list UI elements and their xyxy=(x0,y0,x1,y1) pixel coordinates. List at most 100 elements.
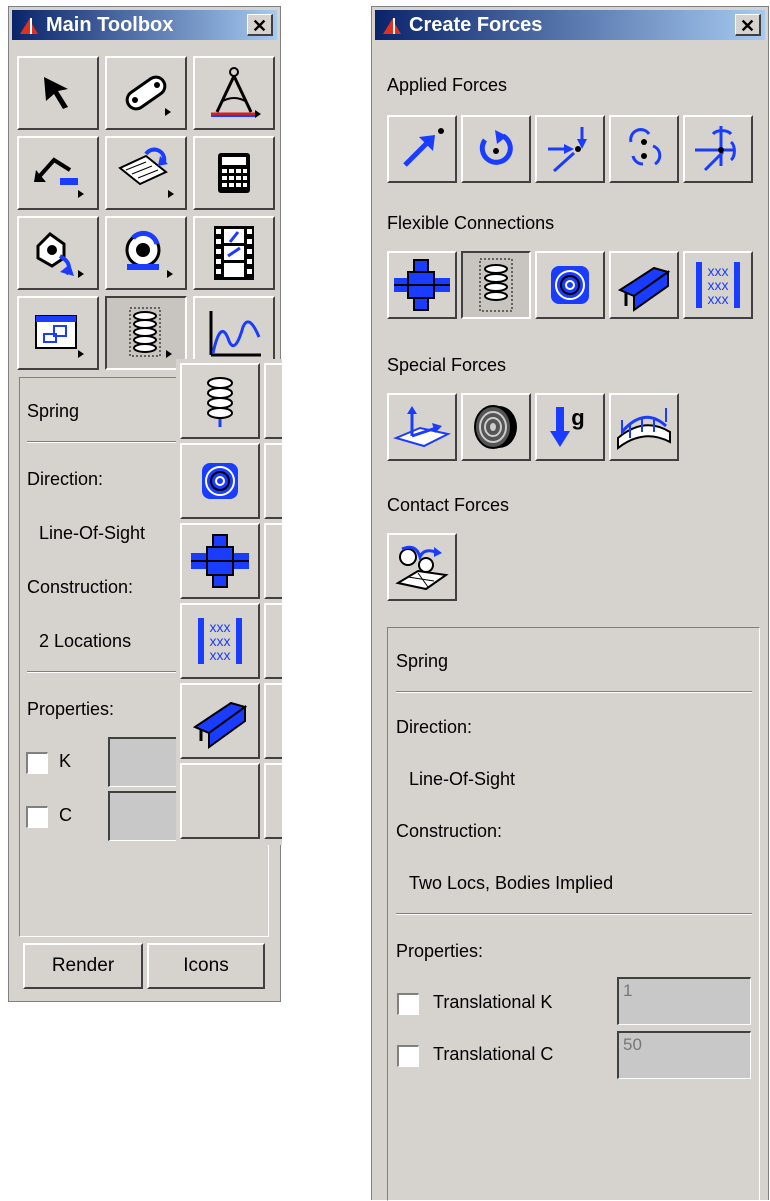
bushing-button[interactable] xyxy=(387,251,457,319)
divider xyxy=(396,691,752,693)
joint-tool-button[interactable] xyxy=(105,136,187,210)
beam-button[interactable] xyxy=(609,251,679,319)
contact-button[interactable] xyxy=(387,533,457,601)
calculator-tool-button[interactable] xyxy=(193,136,275,210)
properties-label: Properties: xyxy=(396,941,484,961)
single-torque-button[interactable] xyxy=(461,115,531,183)
spring-button[interactable] xyxy=(461,251,531,319)
c-checkbox[interactable] xyxy=(26,806,48,828)
select-arrow-icon xyxy=(44,77,68,109)
main-toolbox-title: Main Toolbox xyxy=(46,14,174,36)
flyout-button-cut[interactable] xyxy=(264,363,282,439)
create-forces-titlebar[interactable]: Create Forces ✕ xyxy=(375,10,765,40)
flyout-button-cut[interactable] xyxy=(264,683,282,759)
six-component-force-icon xyxy=(695,126,736,172)
six-component-force-button[interactable] xyxy=(683,115,753,183)
flyout-beam-button[interactable] xyxy=(180,683,260,759)
flyout-empty-button[interactable] xyxy=(180,763,260,839)
modal-force-icon xyxy=(392,406,451,448)
create-forces-title: Create Forces xyxy=(409,14,543,36)
create-forces-close-button[interactable]: ✕ xyxy=(735,14,761,36)
settings-type-label: Spring xyxy=(396,651,449,671)
field-icon: xxxxxxxxx xyxy=(198,618,242,664)
bushing-icon xyxy=(191,534,249,588)
svg-text:xxx: xxx xyxy=(708,291,729,307)
translational-c-checkbox[interactable] xyxy=(397,1045,419,1067)
main-toolbox-close-button[interactable]: ✕ xyxy=(247,14,273,36)
gravity-letter: g xyxy=(571,405,584,430)
flyout-field-button[interactable]: xxx xxx xxx xyxy=(180,603,260,679)
divider xyxy=(27,671,177,673)
tire-button[interactable] xyxy=(461,393,531,461)
measure-compass-icon xyxy=(211,67,261,118)
general-force-button[interactable] xyxy=(535,115,605,183)
k-checkbox[interactable] xyxy=(26,752,48,774)
construction-value[interactable]: 2 Locations xyxy=(39,631,131,652)
create-forces-window: Create Forces ✕ Applied Forces Flexible … xyxy=(371,6,769,1201)
forces-tool-button[interactable] xyxy=(105,296,187,370)
torsion-spring-button[interactable] xyxy=(535,251,605,319)
divider xyxy=(396,913,752,915)
select-tool-button[interactable] xyxy=(17,56,99,130)
properties-label: Properties: xyxy=(27,699,115,719)
contact-icon xyxy=(395,545,449,591)
flyout-bushing-button[interactable] xyxy=(180,523,260,599)
icons-button[interactable]: Icons xyxy=(147,943,265,989)
link-part-icon xyxy=(125,75,171,116)
flexible-body-force-button[interactable] xyxy=(609,393,679,461)
spring-icon xyxy=(207,377,233,427)
forces-flyout-palette: xxx xxx xxx xyxy=(176,359,282,845)
torsion-spring-icon xyxy=(202,463,238,499)
flyout-button-cut[interactable] xyxy=(264,523,282,599)
spring-icon xyxy=(129,307,172,358)
direction-value[interactable]: Line-Of-Sight xyxy=(39,523,145,544)
flexible-body-force-icon xyxy=(617,408,671,451)
measure-tool-button[interactable] xyxy=(193,56,275,130)
translational-c-field[interactable]: 50 xyxy=(617,1031,751,1079)
direction-label: Direction: xyxy=(396,717,473,737)
hinge-joint-icon xyxy=(118,147,174,198)
undo-tool-button[interactable] xyxy=(17,136,99,210)
svg-text:xxx: xxx xyxy=(210,647,231,663)
beam-icon xyxy=(192,701,248,749)
gravity-button[interactable]: g xyxy=(535,393,605,461)
modal-force-button[interactable] xyxy=(387,393,457,461)
flyout-torsion-spring-button[interactable] xyxy=(180,443,260,519)
flyout-button-cut[interactable] xyxy=(264,603,282,679)
view-tool-button[interactable] xyxy=(17,296,99,370)
main-toolbox-titlebar[interactable]: Main Toolbox ✕ xyxy=(12,10,277,40)
construction-label: Construction: xyxy=(396,821,503,841)
multi-torque-button[interactable] xyxy=(609,115,679,183)
field-button[interactable]: xxx xxx xxx xyxy=(683,251,753,319)
construction-value[interactable]: Two Locs, Bodies Implied xyxy=(409,873,613,894)
translational-k-checkbox[interactable] xyxy=(397,993,419,1015)
beam-icon xyxy=(617,266,671,312)
k-field[interactable] xyxy=(108,737,182,787)
part-tool-button[interactable] xyxy=(105,56,187,130)
single-force-button[interactable] xyxy=(387,115,457,183)
c-field[interactable] xyxy=(108,791,182,841)
tire-icon xyxy=(474,405,517,449)
motion-tool-button[interactable] xyxy=(17,216,99,290)
k-label: K xyxy=(59,751,72,771)
animation-tool-button[interactable] xyxy=(193,216,275,290)
flexible-connections-heading: Flexible Connections xyxy=(387,213,555,233)
applied-forces-heading: Applied Forces xyxy=(387,75,508,95)
main-toolbox-window: Main Toolbox ✕ Spring Direction: Line-Of… xyxy=(8,6,282,1002)
flyout-button-cut[interactable] xyxy=(264,443,282,519)
translational-k-field[interactable]: 1 xyxy=(617,977,751,1025)
app-logo-icon xyxy=(383,18,401,34)
c-label: C xyxy=(59,805,72,825)
multi-torque-icon xyxy=(629,128,662,166)
flyout-spring-button[interactable] xyxy=(180,363,260,439)
flyout-button-cut[interactable] xyxy=(264,763,282,839)
direction-label: Direction: xyxy=(27,469,104,489)
direction-value[interactable]: Line-Of-Sight xyxy=(409,769,515,790)
render-button[interactable]: Render xyxy=(23,943,143,989)
film-animation-icon xyxy=(214,226,254,280)
spring-icon xyxy=(479,258,513,312)
gravity-icon: g xyxy=(550,405,585,447)
plot-icon xyxy=(209,311,261,357)
translational-k-label: Translational K xyxy=(433,992,553,1012)
body-motion-tool-button[interactable] xyxy=(105,216,187,290)
